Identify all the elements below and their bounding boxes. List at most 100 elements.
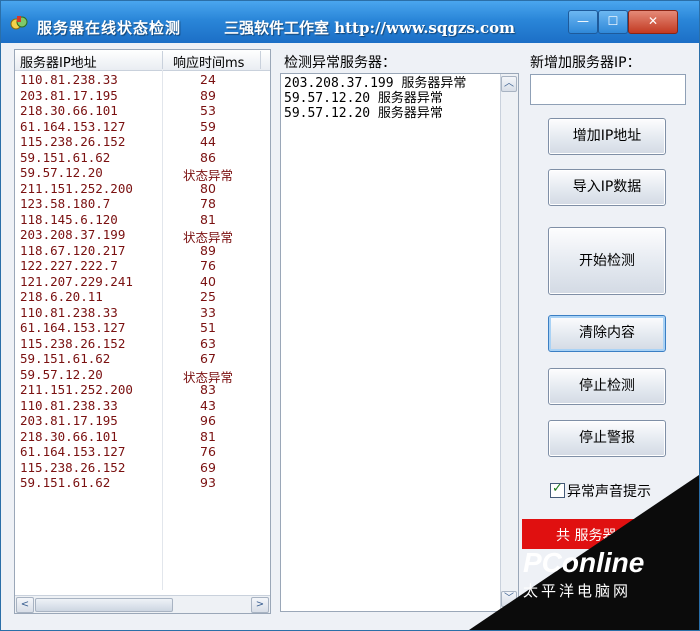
response-time-cell: 78 (200, 196, 216, 211)
server-ip-cell: 59.57.12.20 (20, 366, 103, 382)
watermark-logo: PConline (523, 547, 645, 578)
maximize-button[interactable]: ☐ (598, 10, 628, 34)
response-time-cell: 43 (200, 397, 216, 413)
response-time-cell: 69 (200, 459, 216, 475)
table-row[interactable]: 59.57.12.20 状态异常 (15, 165, 270, 183)
table-row[interactable]: 59.151.61.62 67 (15, 351, 270, 367)
server-ip-cell: 115.238.26.152 (20, 134, 126, 149)
response-time-cell: 59 (200, 118, 216, 134)
server-list[interactable]: 服务器IP地址 响应时间ms 110.81.238.33 24 203.81.17.… (14, 49, 271, 614)
app-window: 服务器在线状态检测 三强软件工作室 http://www.sqgzs.com —… (0, 0, 700, 631)
list-header: 服务器IP地址 响应时间ms (15, 50, 270, 71)
server-ip-cell: 123.58.180.7 (20, 196, 111, 211)
scroll-right-button[interactable]: > (251, 597, 269, 613)
table-row[interactable]: 203.81.17.195 89 (15, 88, 270, 104)
close-button[interactable]: ✕ (628, 10, 678, 34)
scroll-up-button[interactable]: ︿ (501, 76, 517, 92)
table-row[interactable]: 218.30.66.101 53 (15, 103, 270, 119)
table-row[interactable]: 118.67.120.217 89 (15, 243, 270, 259)
column-header-ip[interactable]: 服务器IP地址 (20, 52, 97, 71)
server-rows: 110.81.238.33 24 203.81.17.195 89 218.30.66.… (15, 72, 270, 491)
table-row[interactable]: 61.164.153.127 51 (15, 320, 270, 336)
minimize-button[interactable]: — (568, 10, 598, 34)
table-row[interactable]: 61.164.153.127 76 (15, 444, 270, 460)
chevron-right-icon: > (255, 599, 265, 610)
abnormal-line: 59.57.12.20 服务器异常 (284, 106, 443, 121)
response-time-cell: 51 (200, 320, 216, 335)
server-ip-cell: 218.30.66.101 (20, 103, 118, 118)
response-time-cell: 89 (200, 242, 216, 258)
app-icon (10, 16, 28, 30)
table-row[interactable]: 59.151.61.62 93 (15, 475, 270, 491)
watermark-subtitle: 太平洋电脑网 (523, 582, 632, 600)
table-row[interactable]: 123.58.180.7 78 (15, 196, 270, 212)
table-row[interactable]: 218.6.20.11 25 (15, 289, 270, 305)
column-divider[interactable] (162, 51, 163, 69)
title-bar[interactable]: 服务器在线状态检测 三强软件工作室 http://www.sqgzs.com —… (1, 1, 699, 43)
response-time-cell: 96 (200, 413, 216, 428)
server-ip-cell: 203.208.37.199 (20, 227, 126, 242)
response-time-cell: 89 (200, 87, 216, 103)
server-ip-cell: 203.81.17.195 (20, 87, 118, 103)
table-row[interactable]: 115.238.26.152 63 (15, 336, 270, 352)
clear-content-button[interactable]: 清除内容 (548, 315, 666, 352)
horizontal-scrollbar[interactable]: < > (15, 595, 270, 613)
response-time-cell: 93 (200, 475, 216, 490)
chevron-up-icon: ︿ (504, 78, 514, 89)
server-ip-cell: 110.81.238.33 (20, 304, 118, 320)
table-row[interactable]: 121.207.229.241 40 (15, 274, 270, 290)
stop-alarm-button[interactable]: 停止警报 (548, 420, 666, 457)
response-time-cell: 81 (200, 428, 216, 444)
table-row[interactable]: 59.151.61.62 86 (15, 150, 270, 166)
stop-check-button[interactable]: 停止检测 (548, 368, 666, 405)
server-ip-cell: 122.227.222.7 (20, 258, 118, 273)
table-row[interactable]: 211.151.252.200 80 (15, 181, 270, 197)
table-row[interactable]: 110.81.238.33 33 (15, 305, 270, 321)
add-ip-button[interactable]: 增加IP地址 (548, 118, 666, 155)
response-time-cell: 80 (200, 180, 216, 196)
server-ip-cell: 218.6.20.11 (20, 289, 103, 304)
table-row[interactable]: 211.151.252.200 83 (15, 382, 270, 398)
chevron-left-icon: < (20, 599, 30, 610)
table-row[interactable]: 115.238.26.152 69 (15, 460, 270, 476)
column-header-response[interactable]: 响应时间ms (173, 52, 244, 71)
server-ip-cell: 59.151.61.62 (20, 149, 111, 165)
response-time-cell: 67 (200, 351, 216, 366)
close-icon: ✕ (647, 14, 659, 28)
table-row[interactable]: 110.81.238.33 24 (15, 72, 270, 88)
response-time-cell: 25 (200, 289, 216, 304)
import-ip-button[interactable]: 导入IP数据 (548, 169, 666, 206)
abnormal-lines: 203.208.37.199 服务器异常 59.57.12.20 服务器异常 59.… (284, 76, 466, 121)
server-ip-cell: 211.151.252.200 (20, 382, 133, 397)
maximize-icon: ☐ (607, 14, 619, 28)
table-row[interactable]: 59.57.12.20 状态异常 (15, 366, 270, 385)
server-ip-cell: 59.151.61.62 (20, 475, 111, 490)
server-ip-cell: 118.145.6.120 (20, 211, 118, 227)
response-time-cell: 33 (200, 304, 216, 320)
table-row[interactable]: 61.164.153.127 59 (15, 119, 270, 135)
table-row[interactable]: 110.81.238.33 43 (15, 398, 270, 414)
studio-url: 三强软件工作室 http://www.sqgzs.com (224, 19, 516, 37)
server-ip-cell: 115.238.26.152 (20, 459, 126, 475)
server-ip-cell: 61.164.153.127 (20, 118, 126, 134)
new-ip-input[interactable] (530, 74, 686, 105)
server-ip-cell: 203.81.17.195 (20, 413, 118, 428)
column-divider[interactable] (260, 51, 261, 69)
server-ip-cell: 110.81.238.33 (20, 72, 118, 87)
response-time-cell: 24 (200, 72, 216, 87)
table-row[interactable]: 203.208.37.199 状态异常 (15, 227, 270, 245)
table-row[interactable]: 218.30.66.101 81 (15, 429, 270, 445)
response-time-cell: 83 (200, 382, 216, 397)
table-row[interactable]: 203.81.17.195 96 (15, 413, 270, 429)
table-row[interactable]: 122.227.222.7 76 (15, 258, 270, 274)
scroll-left-button[interactable]: < (16, 597, 34, 613)
scroll-thumb[interactable] (35, 598, 173, 612)
table-row[interactable]: 118.145.6.120 81 (15, 212, 270, 228)
start-check-button[interactable]: 开始检测 (548, 227, 666, 295)
table-row[interactable]: 115.238.26.152 44 (15, 134, 270, 150)
server-ip-cell: 59.57.12.20 (20, 165, 103, 180)
server-ip-cell: 115.238.26.152 (20, 335, 126, 351)
server-ip-cell: 61.164.153.127 (20, 320, 126, 335)
response-time-cell: 63 (200, 335, 216, 351)
window-title: 服务器在线状态检测 (37, 19, 182, 37)
